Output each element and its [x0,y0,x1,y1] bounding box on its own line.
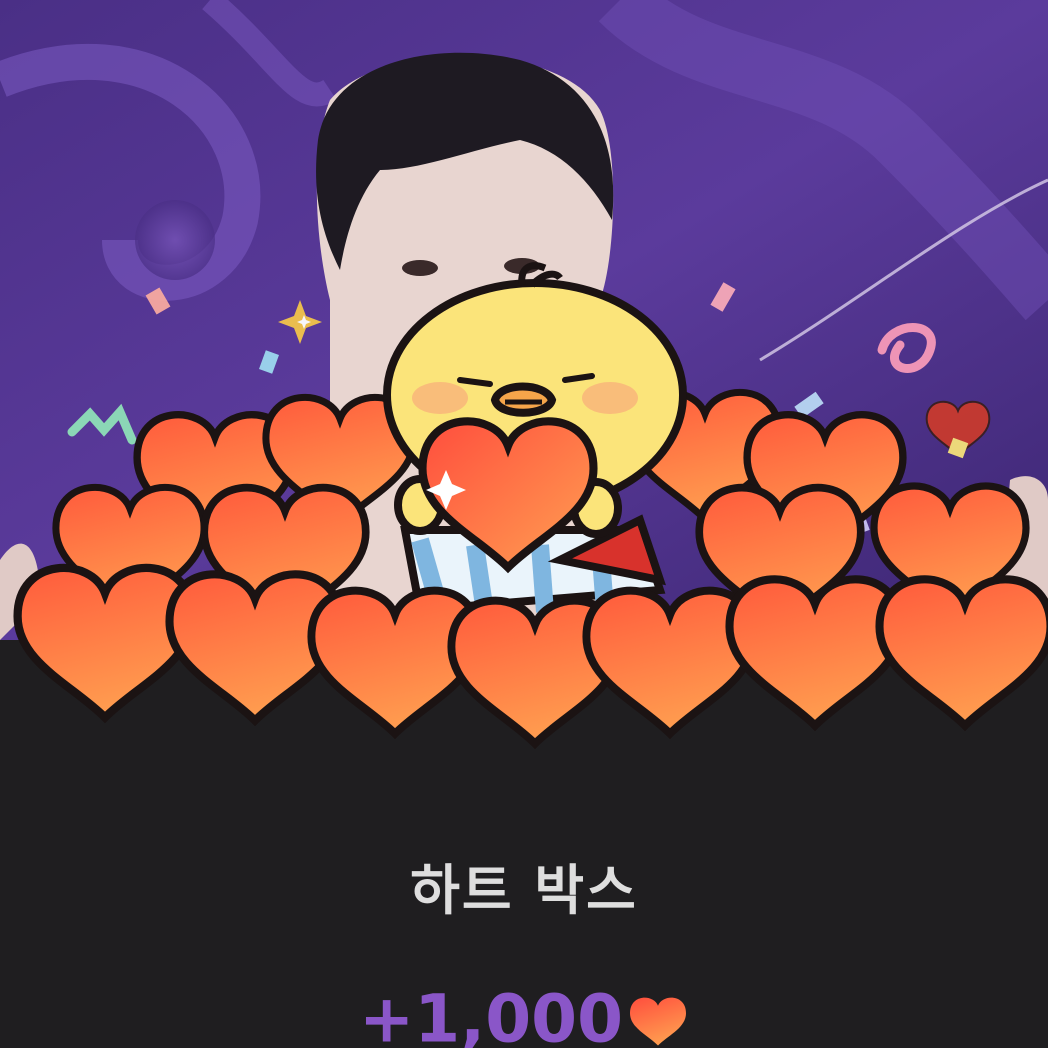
heart-amount: +1,000 [0,976,1048,1048]
gift-popup: 하트 박스 +1,000 [0,0,1048,1048]
heart-amount-value: +1,000 [358,980,624,1048]
heart-icon [630,997,687,1046]
gift-name: 하트 박스 [410,859,638,922]
